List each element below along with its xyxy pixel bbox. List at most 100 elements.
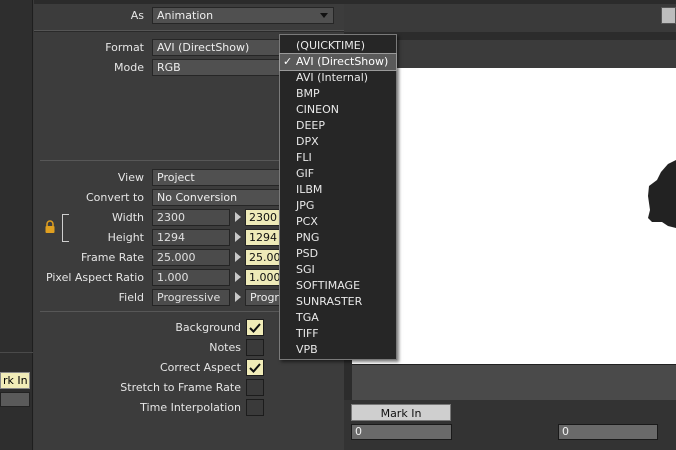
convert-dropdown[interactable]: No Conversion <box>152 189 282 206</box>
format-menu-item[interactable]: SOFTIMAGE <box>280 278 396 294</box>
width-label: Width <box>112 211 144 224</box>
format-menu-item-label: VPB <box>296 343 318 356</box>
par-label: Pixel Aspect Ratio <box>45 271 144 284</box>
mark-in-button[interactable]: Mark In <box>351 404 451 421</box>
format-menu-item[interactable]: SGI <box>280 262 396 278</box>
format-menu-item-label: CINEON <box>296 103 339 116</box>
format-menu-item-label: PCX <box>296 215 318 228</box>
format-menu-item[interactable]: (QUICKTIME) <box>280 38 396 54</box>
format-menu-item-label: (QUICKTIME) <box>296 39 365 52</box>
format-menu-item-label: AVI (Internal) <box>296 71 369 84</box>
arrow-right-icon <box>235 252 241 262</box>
format-menu-item[interactable]: ILBM <box>280 182 396 198</box>
par-output-field[interactable]: 1.000 <box>245 269 282 286</box>
format-label: Format <box>105 41 144 54</box>
as-dropdown[interactable]: Animation <box>152 7 334 24</box>
format-menu-item[interactable]: AVI (Internal) <box>280 70 396 86</box>
mode-dropdown-value: RGB <box>157 61 181 74</box>
as-label: As <box>130 9 144 22</box>
time-interp-checkbox[interactable] <box>246 399 264 416</box>
stretch-checkbox[interactable] <box>246 379 264 396</box>
format-menu-item[interactable]: PNG <box>280 230 396 246</box>
height-source-field: 1294 <box>152 229 230 246</box>
format-menu-item-label: JPG <box>296 199 315 212</box>
format-dropdown[interactable]: AVI (DirectShow) <box>152 39 282 56</box>
time-interp-label: Time Interpolation <box>140 401 241 414</box>
format-menu-item[interactable]: SUNRASTER <box>280 294 396 310</box>
format-menu-item[interactable]: DPX <box>280 134 396 150</box>
left-divider <box>0 352 33 353</box>
correct-aspect-label: Correct Aspect <box>159 361 241 374</box>
left-mark-in-button[interactable]: rk In <box>0 372 30 389</box>
format-menu-item[interactable]: BMP <box>280 86 396 102</box>
correct-aspect-checkbox[interactable] <box>246 359 264 376</box>
arrow-right-icon <box>235 232 241 242</box>
format-menu-item-label: TIFF <box>296 327 319 340</box>
field-source-field: Progressive <box>152 289 230 306</box>
background-label: Background <box>175 321 241 334</box>
viewer-toolbar <box>348 40 676 68</box>
format-menu-item-label: SUNRASTER <box>296 295 363 308</box>
format-menu-item-label: DPX <box>296 135 319 148</box>
as-dropdown-value: Animation <box>157 9 214 22</box>
format-dropdown-value: AVI (DirectShow) <box>157 41 250 54</box>
preview-silhouette <box>648 160 676 228</box>
format-menu-item-label: ILBM <box>296 183 323 196</box>
format-menu-item-label: AVI (DirectShow) <box>296 55 389 68</box>
format-menu-item-label: SGI <box>296 263 315 276</box>
chevron-down-icon <box>320 13 328 18</box>
format-menu-item[interactable]: CINEON <box>280 102 396 118</box>
view-dropdown-value: Project <box>157 171 195 184</box>
arrow-right-icon <box>235 272 241 282</box>
mode-dropdown[interactable]: RGB <box>152 59 282 76</box>
top-bar <box>34 0 676 4</box>
format-menu-item-label: TGA <box>296 311 319 324</box>
view-dropdown[interactable]: Project <box>152 169 282 186</box>
height-label: Height <box>107 231 144 244</box>
lock-icon[interactable] <box>44 220 56 234</box>
format-menu-item[interactable]: TIFF <box>280 326 396 342</box>
format-menu-item-label: FLI <box>296 151 312 164</box>
convert-dropdown-value: No Conversion <box>157 191 238 204</box>
height-output-field[interactable]: 1294 <box>245 229 282 246</box>
format-menu-item[interactable]: TGA <box>280 310 396 326</box>
convert-label: Convert to <box>85 191 144 204</box>
left-timecode-field[interactable] <box>0 392 30 407</box>
arrow-right-icon <box>235 292 241 302</box>
format-menu-item-label: PNG <box>296 231 320 244</box>
checkmark-icon <box>249 322 261 333</box>
mark-in-timecode-field[interactable]: 0 <box>351 424 452 440</box>
width-source-field: 2300 <box>152 209 230 226</box>
format-menu-item-label: PSD <box>296 247 319 260</box>
width-output-field[interactable]: 2300 <box>245 209 282 226</box>
checkmark-icon <box>249 362 261 373</box>
format-menu-item[interactable]: ✓ AVI (DirectShow) <box>279 53 397 71</box>
field-output-dropdown[interactable]: Progr <box>245 289 282 306</box>
viewer-corner-button[interactable] <box>661 7 676 24</box>
format-menu-item[interactable]: GIF <box>280 166 396 182</box>
background-checkbox[interactable] <box>246 319 264 336</box>
format-menu-item-label: SOFTIMAGE <box>296 279 361 292</box>
framerate-source-field: 25.000 <box>152 249 230 266</box>
framerate-output-field[interactable]: 25.00 <box>245 249 282 266</box>
mark-out-timecode-field[interactable]: 0 <box>558 424 658 440</box>
view-label: View <box>117 171 144 184</box>
arrow-right-icon <box>235 212 241 222</box>
format-menu-item-label: GIF <box>296 167 315 180</box>
viewer-timeline-strip <box>352 364 676 400</box>
format-menu-item[interactable]: VPB <box>280 342 396 358</box>
preview-canvas[interactable] <box>352 68 676 364</box>
notes-checkbox[interactable] <box>246 339 264 356</box>
format-menu-item[interactable]: JPG <box>280 198 396 214</box>
field-output-value: Progr <box>250 291 279 304</box>
format-menu-item[interactable]: PSD <box>280 246 396 262</box>
format-menu-item[interactable]: FLI <box>280 150 396 166</box>
notes-label: Notes <box>209 341 241 354</box>
format-menu-item[interactable]: PCX <box>280 214 396 230</box>
format-menu-item[interactable]: DEEP <box>280 118 396 134</box>
framerate-label: Frame Rate <box>81 251 144 264</box>
checkmark-icon: ✓ <box>283 55 293 68</box>
stretch-label: Stretch to Frame Rate <box>120 381 241 394</box>
mode-label: Mode <box>114 61 144 74</box>
format-dropdown-menu[interactable]: (QUICKTIME) ✓ AVI (DirectShow) AVI (Interna… <box>279 34 397 360</box>
